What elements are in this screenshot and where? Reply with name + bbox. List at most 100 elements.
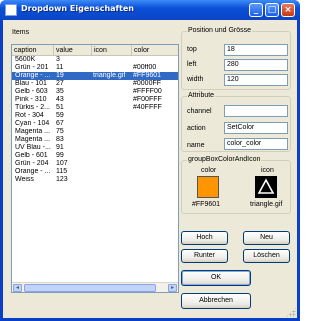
cell-value: 75 xyxy=(56,128,64,135)
maximize-button[interactable]: □ xyxy=(265,3,279,17)
loeschen-button[interactable]: Löschen xyxy=(243,249,290,263)
list-item[interactable]: Cyan - 104 67 xyxy=(12,120,178,128)
listview-rows: 5600K 3 Grün - 201 11 #00ff00 Orange - ... 19 t… xyxy=(12,56,178,184)
top-label: top xyxy=(187,46,197,53)
list-item[interactable]: Weiss 123 xyxy=(12,176,178,184)
cell-caption: Grün - 204 xyxy=(15,160,49,167)
window-title: Dropdown Eigenschaften xyxy=(21,4,134,13)
minimize-button[interactable]: _ xyxy=(249,3,263,17)
list-item[interactable]: Magenta ... 75 xyxy=(12,128,178,136)
left-input[interactable]: 280 xyxy=(224,59,288,71)
list-item[interactable]: Orange - ... 115 xyxy=(12,168,178,176)
top-input[interactable]: 18 xyxy=(224,44,288,56)
cell-caption: 5600K xyxy=(15,56,36,63)
color-icon-group: groupBoxColorAndIcon color icon #FF9601 … xyxy=(181,156,291,214)
cell-caption: Orange - ... xyxy=(15,168,51,175)
cell-value: 59 xyxy=(56,112,64,119)
cell-caption: Gelb - 603 xyxy=(15,88,48,95)
cell-value: 99 xyxy=(56,152,64,159)
hoch-button[interactable]: Hoch xyxy=(181,231,228,245)
cell-color: #00ff00 xyxy=(133,64,157,71)
cell-icon: triangle.gif xyxy=(93,72,126,79)
list-item[interactable]: Blau - 101 27 #0000FF xyxy=(12,80,178,88)
list-item[interactable]: Pink - 310 43 #F00FFF xyxy=(12,96,178,104)
left-label: left xyxy=(187,61,197,68)
width-label: width xyxy=(187,76,204,83)
name-input[interactable]: color_color xyxy=(224,138,288,150)
cell-caption: UV Blau -... xyxy=(15,144,51,151)
ok-button[interactable]: OK xyxy=(181,270,251,286)
cell-caption: Orange - ... xyxy=(15,72,51,79)
attribute-group-title: Attribute xyxy=(187,92,216,99)
action-label: action xyxy=(187,125,206,132)
cell-caption: Magenta ... xyxy=(15,136,51,143)
cell-color: #0000FF xyxy=(133,80,162,87)
cell-value: 3 xyxy=(56,56,60,63)
cell-color: #FFFF00 xyxy=(133,88,162,95)
resize-grip[interactable] xyxy=(286,307,296,317)
column-header-value[interactable]: value xyxy=(54,45,92,56)
action-input[interactable]: SetColor xyxy=(224,122,288,134)
scroll-right-icon[interactable]: ▸ xyxy=(168,284,177,292)
cancel-button[interactable]: Abbrechen xyxy=(181,293,251,309)
list-item[interactable]: 5600K 3 xyxy=(12,56,178,64)
column-header-caption[interactable]: caption xyxy=(12,45,54,56)
items-listview[interactable]: caption value icon color 5600K 3 Grün - 20… xyxy=(11,44,179,293)
cell-value: 107 xyxy=(56,160,68,167)
cell-caption: Blau - 101 xyxy=(15,80,47,87)
dialog-window: Dropdown Eigenschaften _ □ × Items capti… xyxy=(0,0,300,321)
column-header-color[interactable]: color xyxy=(132,45,178,56)
triangle-icon-graphic xyxy=(257,178,275,194)
cell-value: 35 xyxy=(56,88,64,95)
cell-caption: Magenta ... xyxy=(15,128,51,135)
scroll-thumb[interactable] xyxy=(24,284,156,292)
listview-header: caption value icon color xyxy=(12,45,178,56)
cell-caption: Cyan - 104 xyxy=(15,120,50,127)
cell-caption: Pink - 310 xyxy=(15,96,47,103)
cell-color: #F00FFF xyxy=(133,96,162,103)
list-item[interactable]: Magenta ... 83 xyxy=(12,136,178,144)
color-value: #FF9601 xyxy=(192,201,221,208)
cell-value: 51 xyxy=(56,104,64,111)
scroll-left-icon[interactable]: ◂ xyxy=(13,284,22,292)
column-header-icon[interactable]: icon xyxy=(92,45,132,56)
cell-value: 19 xyxy=(56,72,64,79)
list-item[interactable]: Gelb - 603 35 #FFFF00 xyxy=(12,88,178,96)
icon-value: triangle.gif xyxy=(250,201,283,208)
app-icon xyxy=(5,4,17,16)
close-button[interactable]: × xyxy=(281,3,295,17)
triangle-icon[interactable] xyxy=(255,176,277,198)
color-icon-group-title: groupBoxColorAndIcon xyxy=(187,156,262,163)
list-item[interactable]: UV Blau -... 91 xyxy=(12,144,178,152)
cell-color: #40FFFF xyxy=(133,104,162,111)
list-item[interactable]: Orange - ... 19 triangle.gif #FF9601 xyxy=(12,72,178,80)
position-group-title: Position und Grösse xyxy=(187,27,253,34)
cell-caption: Gelb - 601 xyxy=(15,152,48,159)
cell-value: 43 xyxy=(56,96,64,103)
horizontal-scrollbar[interactable]: ◂ ▸ xyxy=(12,282,178,292)
neu-button[interactable]: Neu xyxy=(243,231,290,245)
cell-value: 91 xyxy=(56,144,64,151)
channel-input[interactable] xyxy=(224,105,288,117)
icon-label: icon xyxy=(261,167,274,174)
position-group: Position und Grösse top 18 left 280 widt… xyxy=(181,27,291,90)
cell-caption: Rot - 304 xyxy=(15,112,44,119)
cell-value: 67 xyxy=(56,120,64,127)
dialog-client-area: Items caption value icon color 5600K 3 Grü… xyxy=(3,20,297,318)
list-item[interactable]: Rot - 304 59 xyxy=(12,112,178,120)
list-item[interactable]: Grün - 201 11 #00ff00 xyxy=(12,64,178,72)
runter-button[interactable]: Runter xyxy=(181,249,228,263)
list-item[interactable]: Grün - 204 107 xyxy=(12,160,178,168)
list-item[interactable]: Gelb - 601 99 xyxy=(12,152,178,160)
color-swatch[interactable] xyxy=(197,176,219,198)
channel-label: channel xyxy=(187,108,212,115)
list-item[interactable]: Türkis - 2... 51 #40FFFF xyxy=(12,104,178,112)
title-bar[interactable]: Dropdown Eigenschaften _ □ × xyxy=(0,0,300,20)
cell-value: 123 xyxy=(56,176,68,183)
cell-caption: Grün - 201 xyxy=(15,64,49,71)
cell-value: 27 xyxy=(56,80,64,87)
cell-caption: Türkis - 2... xyxy=(15,104,51,111)
items-label: Items xyxy=(12,29,30,36)
cell-caption: Weiss xyxy=(15,176,34,183)
width-input[interactable]: 120 xyxy=(224,74,288,86)
